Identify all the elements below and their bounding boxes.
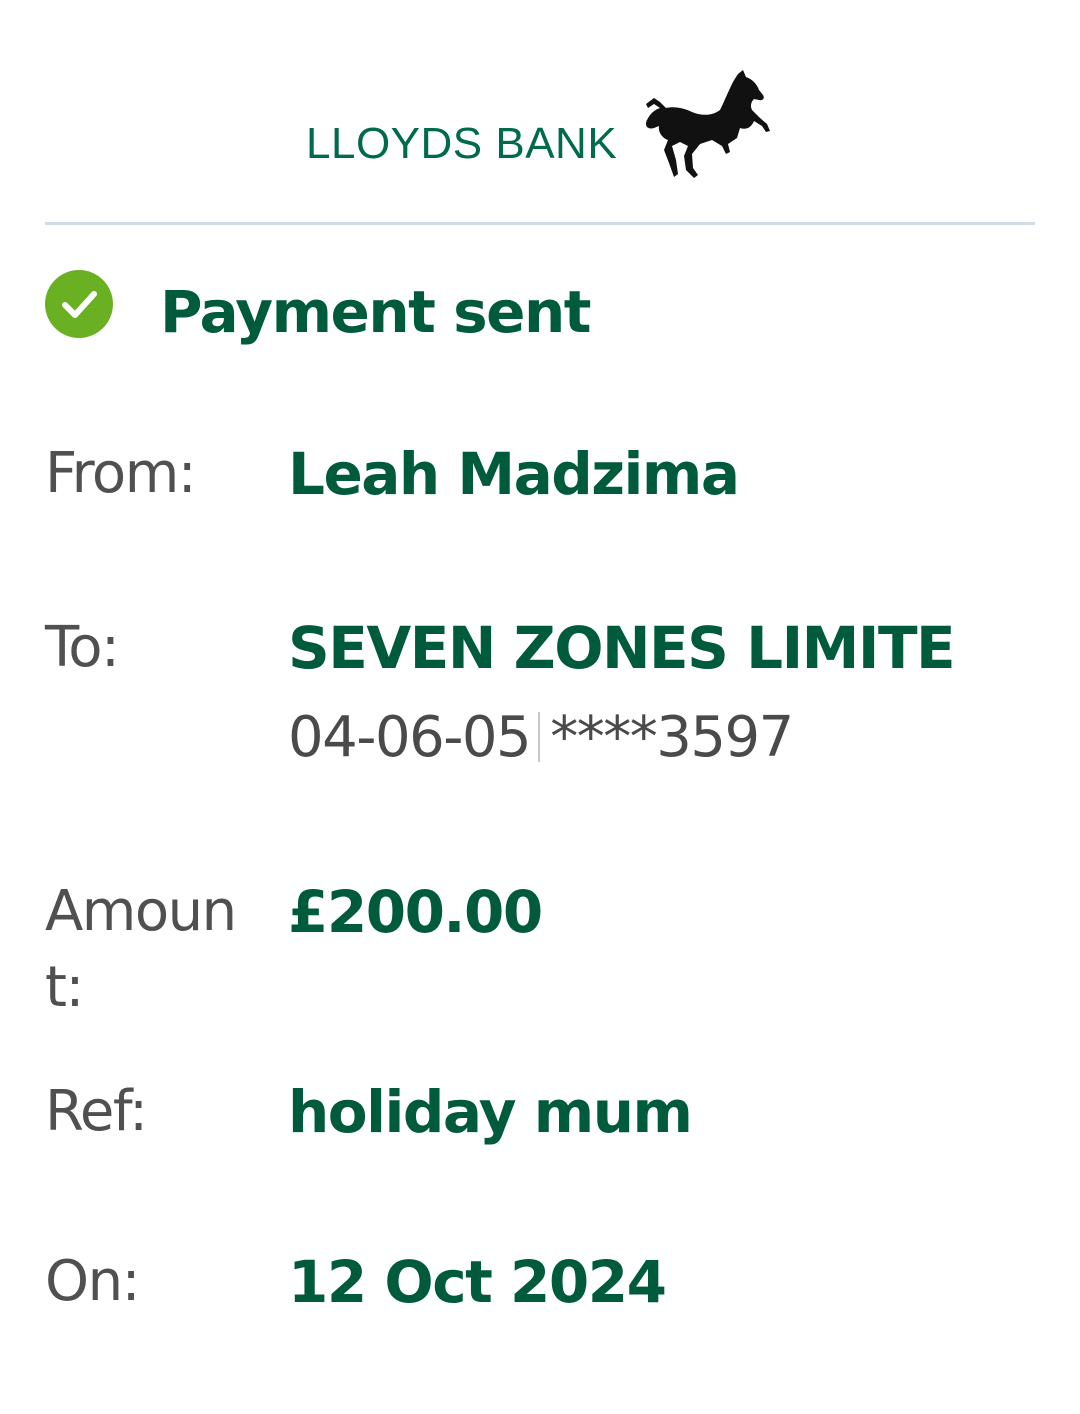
status-title: Payment sent (160, 278, 591, 346)
header-divider (45, 222, 1035, 225)
ref-label: Ref: (45, 1079, 148, 1144)
brand-name: LLOYDS BANK (306, 119, 618, 168)
check-circle-icon (45, 270, 113, 338)
sort-code: 04-06-05 (288, 705, 532, 770)
amount-label: Amount: (45, 879, 237, 1020)
date-value: 12 Oct 2024 (288, 1248, 667, 1316)
payment-status: Payment sent (45, 270, 945, 350)
to-label: To: (45, 615, 120, 680)
to-value: SEVEN ZONES LIMITE (288, 614, 956, 682)
to-account-details: 04-06-05 ****3597 (288, 704, 794, 772)
ref-value: holiday mum (288, 1078, 693, 1146)
account-number: ****3597 (550, 705, 794, 770)
date-label: On: (45, 1249, 140, 1314)
account-separator (538, 712, 541, 762)
from-label: From: (45, 441, 197, 506)
from-value: Leah Madzima (288, 440, 740, 508)
brand-header: LLOYDS BANK (0, 0, 1080, 222)
amount-value: £200.00 (288, 878, 543, 946)
black-horse-icon (645, 70, 770, 178)
